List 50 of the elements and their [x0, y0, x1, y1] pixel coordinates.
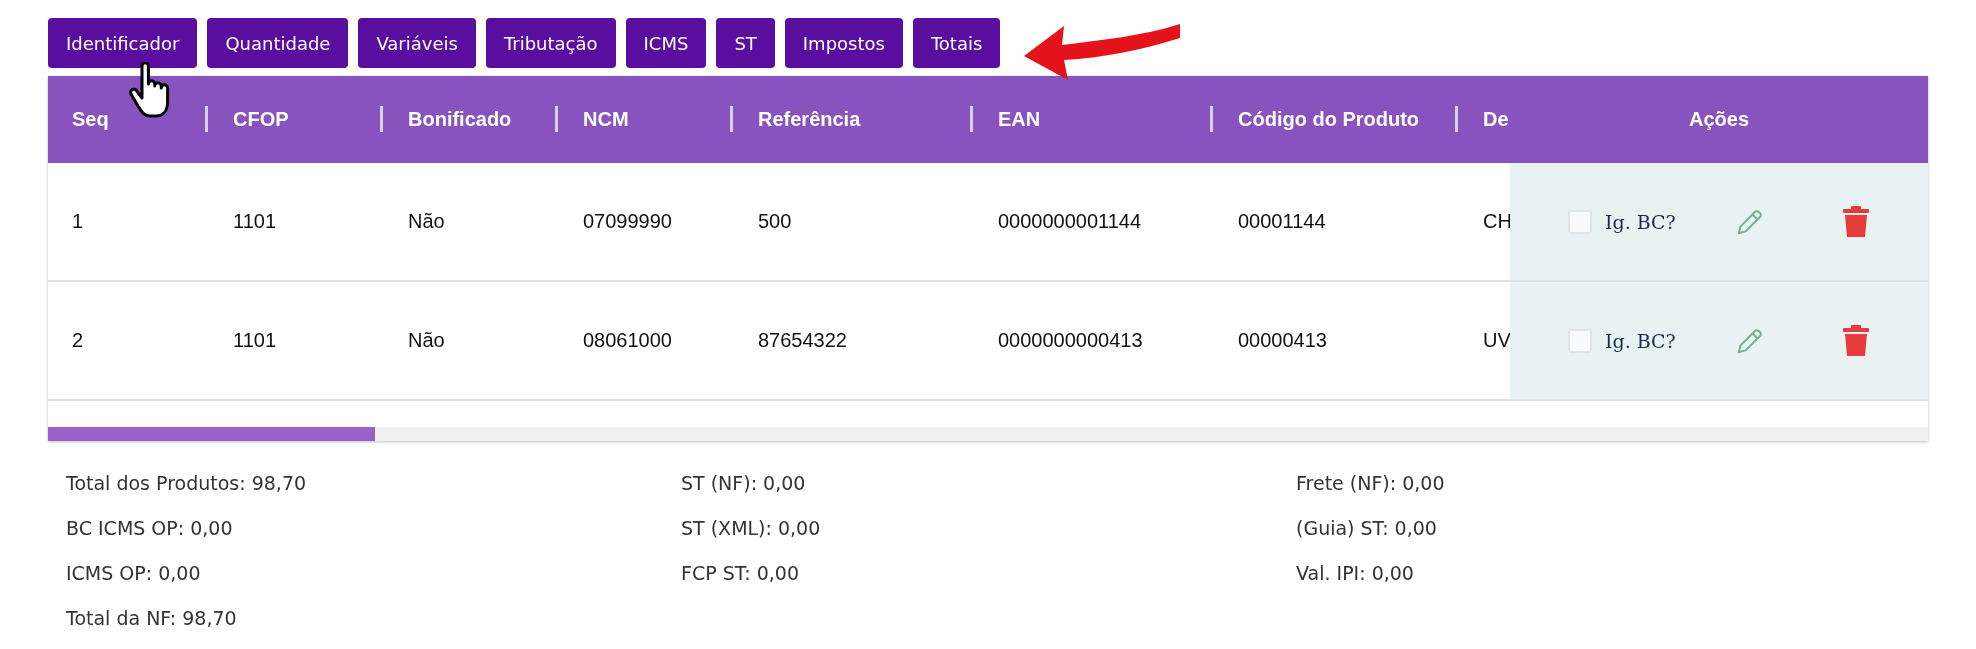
table-cell: 1101: [233, 329, 276, 351]
tab[interactable]: ICMS: [625, 18, 707, 68]
tab[interactable]: Tributação: [485, 18, 616, 68]
total-label: ICMS OP: 0,00: [66, 561, 202, 586]
table-cell: 08061000: [583, 329, 672, 351]
table-cell: Não: [408, 329, 445, 351]
tab[interactable]: Variáveis: [358, 18, 476, 68]
table-cell: 87654322: [758, 329, 847, 351]
table-cell: 1: [72, 210, 84, 232]
checkbox-label: Ig. BC?: [1605, 210, 1676, 233]
table-cell: 00001144: [1238, 210, 1326, 232]
column-header: Seq: [72, 108, 109, 130]
total-label: ST (XML): 0,00: [681, 516, 822, 541]
tab[interactable]: Impostos: [784, 18, 903, 68]
table-cell: 00000413: [1238, 329, 1327, 351]
column-header: Referência: [758, 108, 861, 130]
column-header: NCM: [583, 108, 629, 130]
table-cell: 0000000000413: [998, 329, 1143, 351]
trash-icon[interactable]: [1842, 205, 1870, 238]
tab[interactable]: ST: [716, 18, 775, 68]
total-label: Val. IPI: 0,00: [1296, 561, 1415, 586]
tab[interactable]: Identificador: [48, 18, 198, 68]
table-cell: 500: [758, 210, 792, 232]
total-label: (Guia) ST: 0,00: [1296, 516, 1438, 541]
trash-icon[interactable]: [1842, 324, 1870, 357]
table-cell: CH: [1483, 210, 1512, 232]
column-header: EAN: [998, 108, 1041, 130]
tab[interactable]: Totais: [912, 18, 1001, 68]
table-cell: 1101: [233, 210, 276, 232]
total-label: BC ICMS OP: 0,00: [66, 516, 234, 541]
column-header: Bonificado: [408, 108, 512, 130]
column-header: De: [1483, 108, 1509, 130]
total-label: Frete (NF): 0,00: [1296, 471, 1446, 496]
total-label: Total da NF: 98,70: [66, 606, 238, 631]
tab[interactable]: Quantidade: [207, 18, 349, 68]
column-header: Código do Produto: [1238, 108, 1420, 130]
total-label: ST (NF): 0,00: [681, 471, 807, 496]
total-label: FCP ST: 0,00: [681, 561, 801, 586]
horizontal-scrollbar[interactable]: [48, 427, 1928, 441]
table-cell: 2: [72, 329, 84, 351]
table-cell: UV: [1483, 329, 1511, 351]
checkbox[interactable]: [1568, 328, 1592, 353]
total-label: Total dos Produtos: 98,70: [66, 471, 308, 496]
checkbox-label: Ig. BC?: [1605, 329, 1676, 352]
column-header: CFOP: [233, 108, 289, 130]
table-cell: Não: [408, 210, 445, 232]
table-cell: 07099990: [583, 210, 672, 232]
checkbox[interactable]: [1568, 209, 1592, 234]
table-cell: 0000000001144: [998, 210, 1142, 232]
column-header: Ações: [1689, 108, 1749, 131]
